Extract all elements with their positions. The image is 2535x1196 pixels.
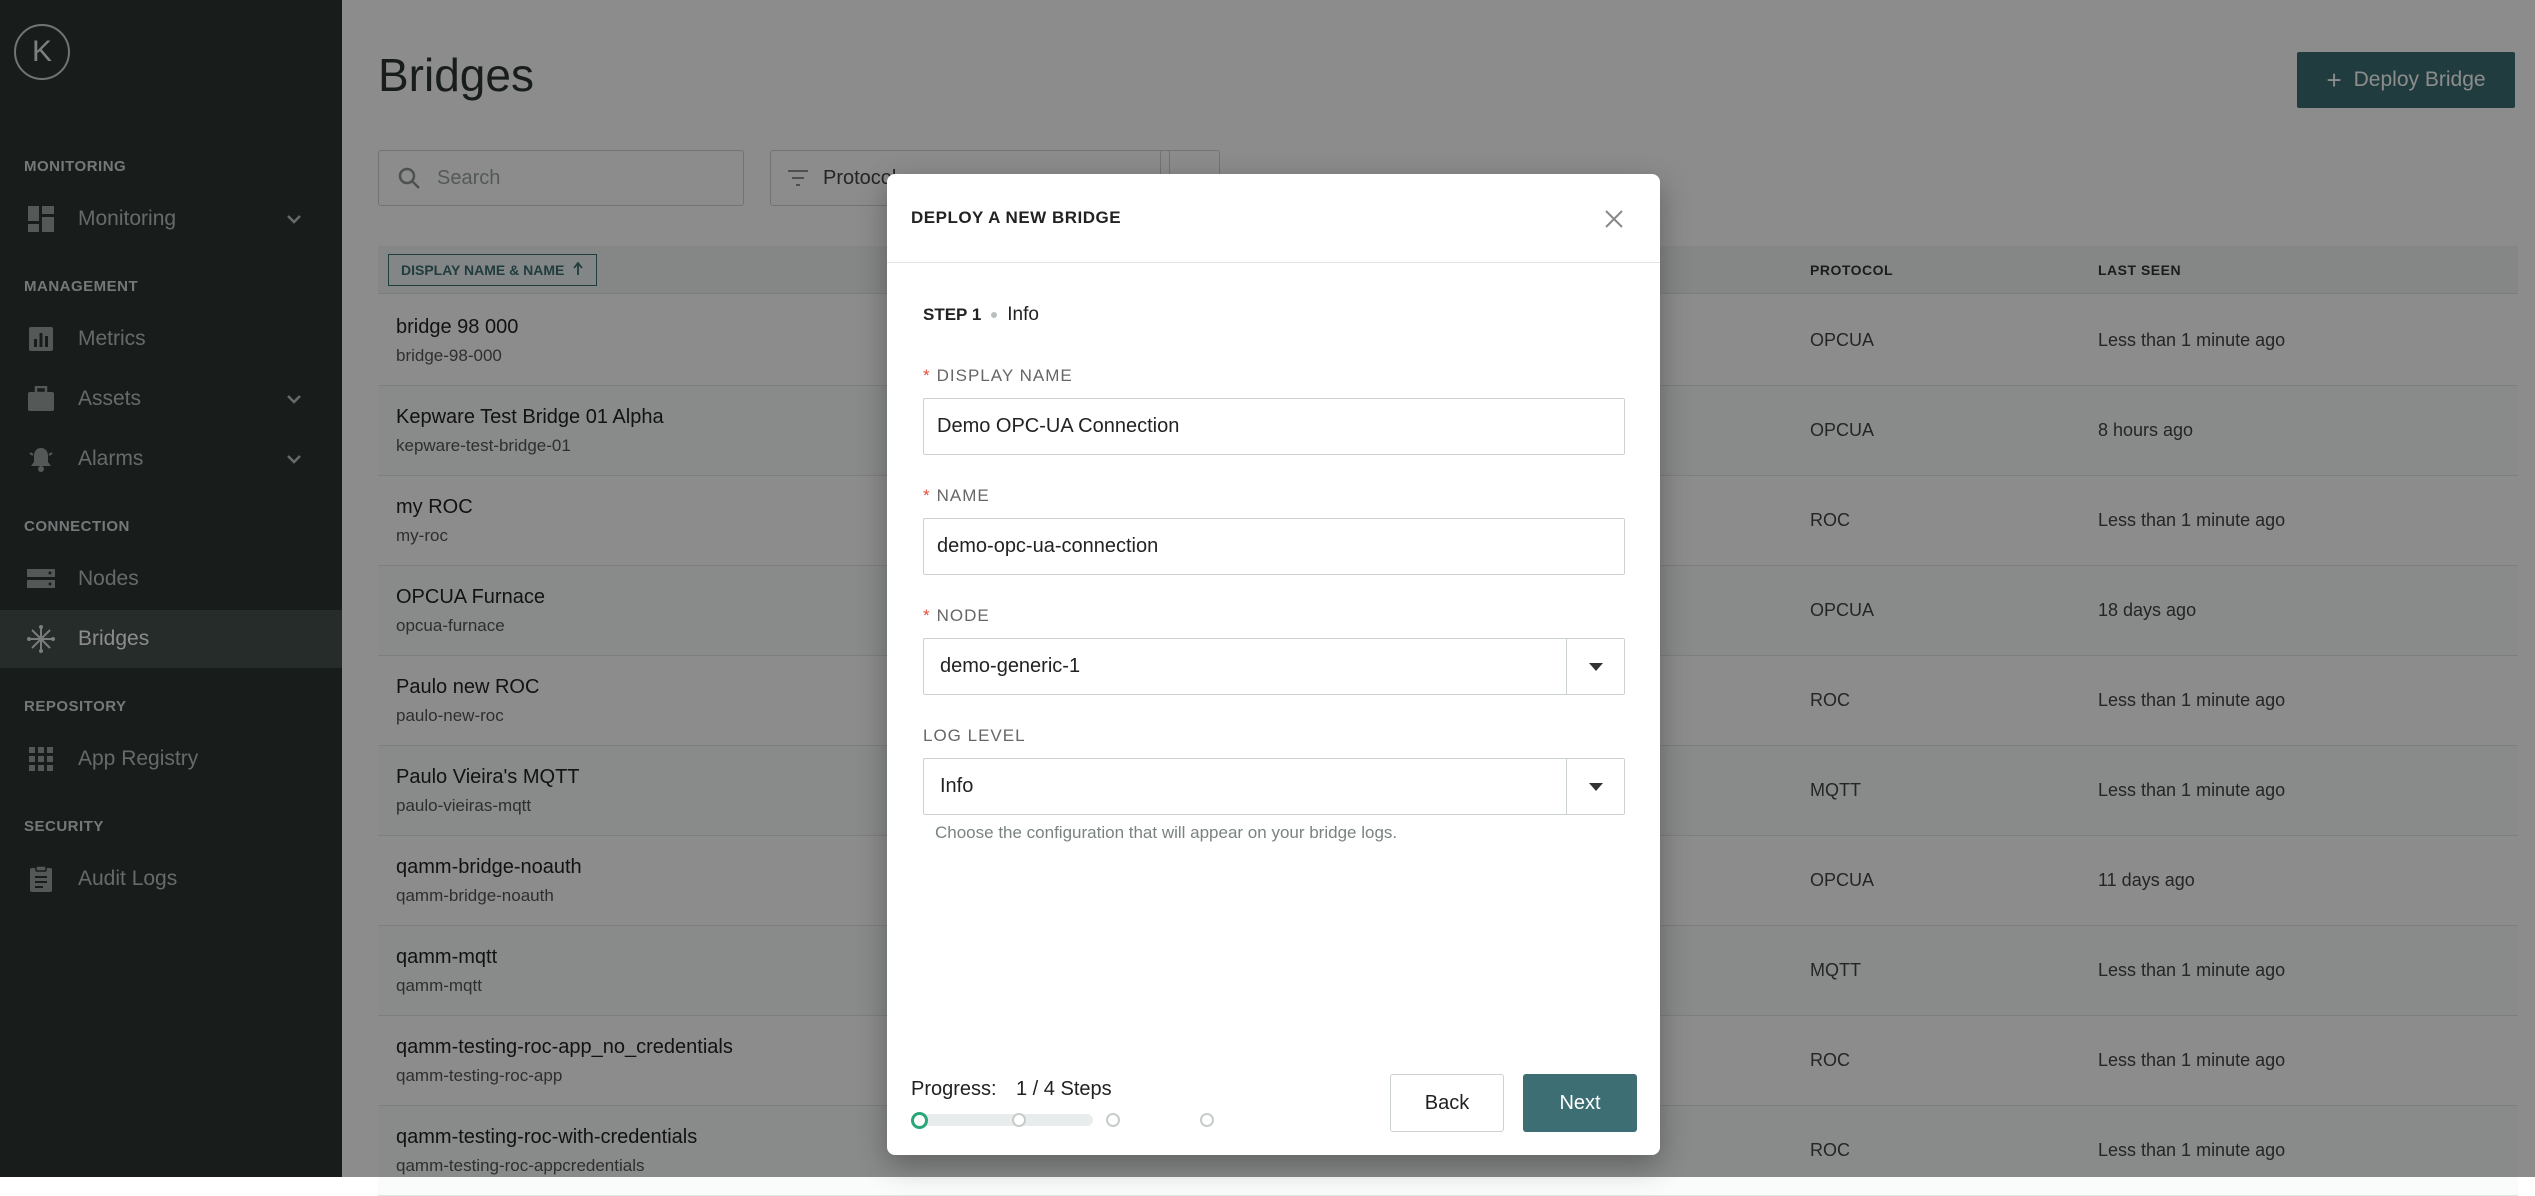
caret-down-icon[interactable] xyxy=(1566,759,1624,814)
progress-step xyxy=(1106,1113,1120,1127)
node-label-text: NODE xyxy=(936,606,990,625)
progress-step-active xyxy=(911,1112,928,1129)
log-level-select-value: Info xyxy=(940,775,974,797)
log-level-label: LOG LEVEL xyxy=(923,726,1026,745)
progress-step xyxy=(1012,1113,1026,1127)
modal-divider xyxy=(887,262,1660,263)
name-label: * NAME xyxy=(923,486,990,506)
required-marker: * xyxy=(923,486,931,505)
step-indicator: STEP 1 Info xyxy=(923,304,1039,326)
modal-title: DEPLOY A NEW BRIDGE xyxy=(911,208,1122,227)
caret-down-icon[interactable] xyxy=(1566,639,1624,694)
log-level-select[interactable]: Info xyxy=(923,758,1625,815)
step-separator xyxy=(991,312,998,318)
display-name-label-text: DISPLAY NAME xyxy=(936,366,1073,385)
progress-track xyxy=(917,1114,1093,1126)
name-label-text: NAME xyxy=(936,486,990,505)
back-button[interactable]: Back xyxy=(1390,1074,1504,1132)
progress-label: Progress: xyxy=(911,1078,997,1100)
display-name-field[interactable]: Demo OPC-UA Connection xyxy=(923,398,1625,455)
required-marker: * xyxy=(923,366,931,385)
node-select[interactable]: demo-generic-1 xyxy=(923,638,1625,695)
node-select-value: demo-generic-1 xyxy=(940,655,1081,677)
log-level-help-text: Choose the configuration that will appea… xyxy=(935,823,1398,842)
close-icon[interactable] xyxy=(1601,206,1627,232)
deploy-bridge-modal: DEPLOY A NEW BRIDGE STEP 1 Info * DISPLAY… xyxy=(887,174,1660,1155)
next-button[interactable]: Next xyxy=(1523,1074,1637,1132)
progress-step xyxy=(1200,1113,1214,1127)
required-marker: * xyxy=(923,606,931,625)
progress-value: 1 / 4 Steps xyxy=(1016,1078,1112,1100)
step-name: Info xyxy=(1007,304,1039,325)
display-name-label: * DISPLAY NAME xyxy=(923,366,1073,386)
name-field[interactable]: demo-opc-ua-connection xyxy=(923,518,1625,575)
step-number: STEP 1 xyxy=(923,305,982,324)
node-label: * NODE xyxy=(923,606,990,626)
